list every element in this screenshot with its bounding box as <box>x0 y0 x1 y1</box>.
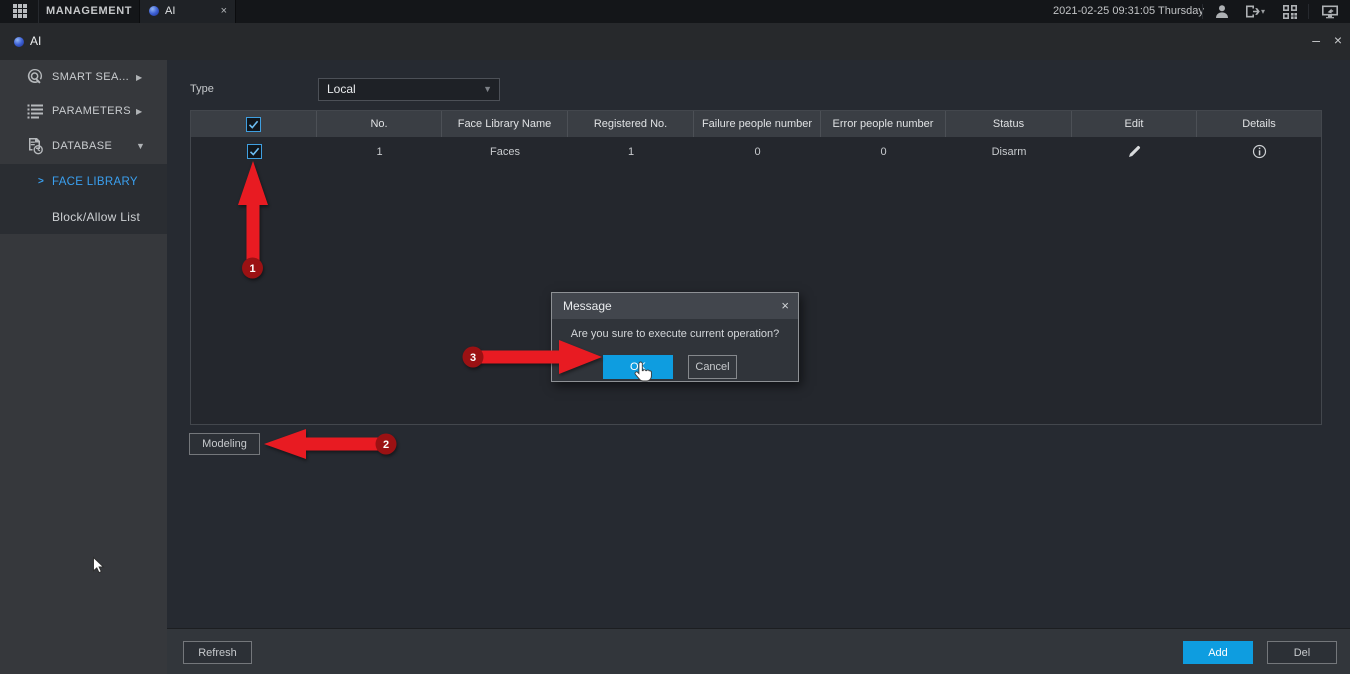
select-all-header-cell <box>191 111 317 137</box>
details-info-icon[interactable] <box>1252 144 1267 159</box>
parameters-list-icon <box>26 102 45 121</box>
select-all-checkbox[interactable] <box>246 117 261 132</box>
database-icon <box>26 137 45 156</box>
add-button[interactable]: Add <box>1183 641 1253 664</box>
refresh-button[interactable]: Refresh <box>183 641 252 664</box>
table-header-row: No. Face Library Name Registered No. Fai… <box>191 111 1321 137</box>
sidebar-item-block-allow-list[interactable]: Block/Allow List <box>0 199 167 234</box>
smart-search-icon <box>26 68 45 87</box>
sidebar-item-smart-search[interactable]: SMART SEA... ▶ <box>0 60 167 94</box>
collapse-arrow-icon: ▼ <box>136 129 145 163</box>
sidebar-subitem-label: FACE LIBRARY <box>52 164 138 199</box>
expand-arrow-icon: ▶ <box>136 60 142 94</box>
dialog-title: Message <box>563 293 612 319</box>
ok-button[interactable]: OK <box>603 355 673 379</box>
separator <box>1308 4 1309 19</box>
tab-close-icon[interactable]: × <box>221 0 227 23</box>
app-window: MANAGEMENT AI × 2021-02-25 09:31:05 Thur… <box>0 0 1350 674</box>
display-output-icon[interactable] <box>1320 3 1340 20</box>
annotation-arrow-2: 2 <box>264 429 397 459</box>
message-dialog: Message × Are you sure to execute curren… <box>551 292 799 382</box>
cell-status: Disarm <box>946 137 1072 166</box>
checkmark-icon <box>248 145 261 158</box>
minimize-button[interactable]: – <box>1312 23 1320 57</box>
logout-icon[interactable] <box>1243 3 1261 20</box>
sidebar-item-label: DATABASE <box>52 129 112 163</box>
globe-icon <box>14 37 24 47</box>
row-checkbox[interactable] <box>247 144 262 159</box>
type-dropdown[interactable]: Local ▼ <box>318 78 500 101</box>
active-chevron-icon: > <box>38 164 44 199</box>
sidebar-item-label: SMART SEA... <box>52 60 129 94</box>
del-button[interactable]: Del <box>1267 641 1337 664</box>
column-header: No. <box>317 111 442 137</box>
sidebar-subitem-label: Block/Allow List <box>52 199 140 234</box>
sidebar-item-label: PARAMETERS <box>52 94 131 128</box>
separator <box>1202 4 1203 19</box>
type-dropdown-value: Local <box>327 79 356 100</box>
edit-pencil-icon[interactable] <box>1127 144 1142 159</box>
expand-arrow-icon: ▶ <box>136 94 142 128</box>
chevron-down-icon: ▼ <box>483 79 492 100</box>
column-header: Error people number <box>821 111 946 137</box>
modeling-button[interactable]: Modeling <box>189 433 260 455</box>
sidebar-item-parameters[interactable]: PARAMETERS ▶ <box>0 94 167 128</box>
globe-icon <box>149 6 159 16</box>
cell-registered: 1 <box>568 137 694 166</box>
sidebar-submenu: > FACE LIBRARY Block/Allow List <box>0 164 167 234</box>
column-header: Registered No. <box>568 111 694 137</box>
cell-error: 0 <box>821 137 946 166</box>
close-button[interactable]: × <box>1334 23 1342 57</box>
checkmark-icon <box>247 118 260 131</box>
sidebar-item-face-library[interactable]: > FACE LIBRARY <box>0 164 167 199</box>
qr-code-icon[interactable] <box>1281 3 1299 20</box>
window-title: AI <box>30 23 41 60</box>
cell-name: Faces <box>442 137 568 166</box>
apps-grid-icon[interactable] <box>13 4 29 19</box>
table-row[interactable]: 1 Faces 1 0 0 Disarm <box>191 137 1321 166</box>
cell-failure: 0 <box>694 137 821 166</box>
system-clock: 2021-02-25 09:31:05 Thursday <box>1053 0 1204 23</box>
column-header: Status <box>946 111 1072 137</box>
column-header: Edit <box>1072 111 1197 137</box>
cancel-button[interactable]: Cancel <box>688 355 737 379</box>
system-top-bar: MANAGEMENT AI × 2021-02-25 09:31:05 Thur… <box>0 0 1350 23</box>
sidebar: SMART SEA... ▶ PARAMETERS ▶ <box>0 60 167 674</box>
type-label: Type <box>190 78 214 101</box>
dialog-title-bar: Message × <box>552 293 798 319</box>
dialog-message: Are you sure to execute current operatio… <box>552 328 798 340</box>
column-header: Failure people number <box>694 111 821 137</box>
dialog-close-icon[interactable]: × <box>781 293 789 319</box>
column-header: Details <box>1197 111 1321 137</box>
column-header: Face Library Name <box>442 111 568 137</box>
tab-ai[interactable]: AI × <box>139 0 236 23</box>
footer-bar: Refresh Add Del <box>167 628 1350 674</box>
cell-no: 1 <box>317 137 442 166</box>
tab-management[interactable]: MANAGEMENT <box>46 0 132 23</box>
user-icon[interactable] <box>1213 3 1231 20</box>
annotation-badge-2: 2 <box>383 439 389 451</box>
window-title-bar: AI – × <box>0 23 1350 60</box>
tab-ai-label: AI <box>165 0 175 23</box>
logout-dropdown-caret-icon[interactable]: ▾ <box>1261 0 1265 23</box>
separator <box>38 0 39 23</box>
sidebar-item-database[interactable]: DATABASE ▼ <box>0 129 167 163</box>
